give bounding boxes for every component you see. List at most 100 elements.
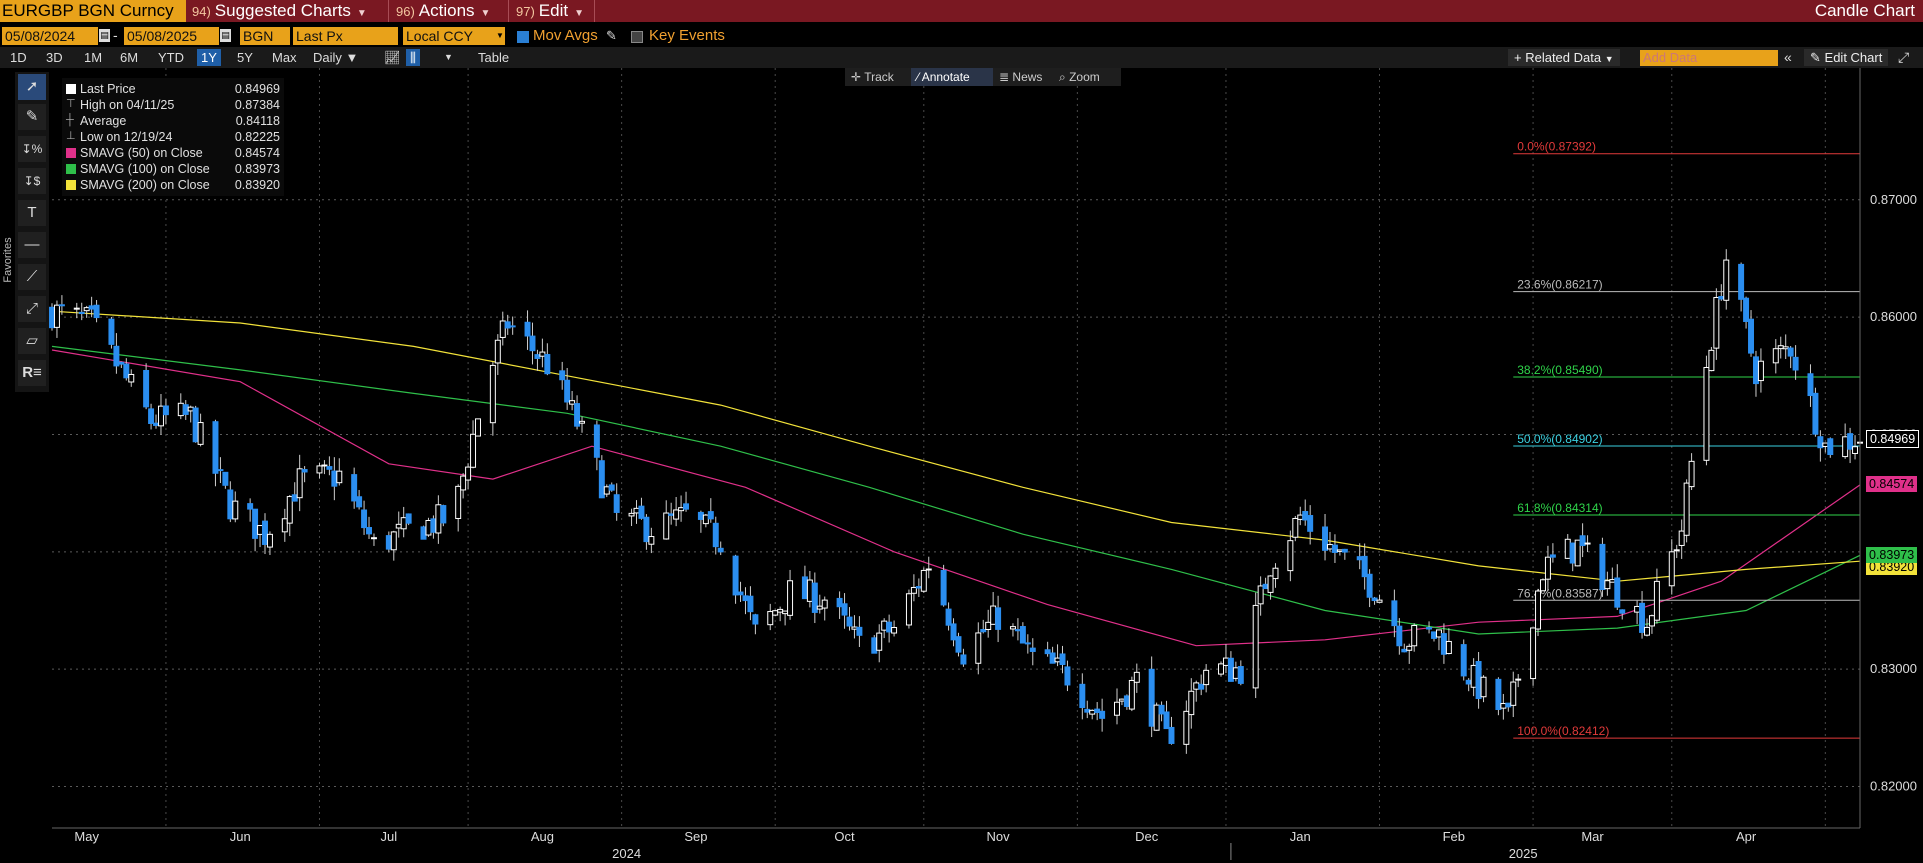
candle-body <box>509 325 516 328</box>
legend-sma100: SMAVG (100) on Close 0.83973 <box>66 161 280 177</box>
pointer-icon[interactable]: ➚ <box>18 74 46 100</box>
period-5y[interactable]: 5Y <box>233 49 257 66</box>
retracement-icon[interactable]: R≡ <box>18 360 46 386</box>
add-data-input[interactable]: Add Data <box>1640 50 1778 66</box>
table-button[interactable]: Table <box>474 49 513 66</box>
candle-body <box>1168 726 1175 744</box>
edit-menu[interactable]: 97) Edit ▼ <box>516 0 584 22</box>
text-tool-icon[interactable]: T <box>18 200 46 226</box>
collapse-left-icon[interactable]: « <box>1784 49 1792 66</box>
x-tick-label: Jun <box>230 829 251 844</box>
period-1d[interactable]: 1D <box>6 49 31 66</box>
legend-value: 0.84118 <box>235 114 280 128</box>
candle-body <box>1648 615 1655 627</box>
candle-body <box>1183 710 1190 745</box>
candle-body <box>697 511 704 520</box>
ticker-field[interactable]: EURGBP BGN Curncy <box>0 0 186 22</box>
candle-body <box>737 591 744 596</box>
pencil-icon[interactable]: ✎ <box>606 28 617 44</box>
source-field[interactable]: BGN <box>240 27 290 45</box>
candle-body <box>257 525 264 535</box>
candle-body <box>266 533 273 548</box>
window-title: Candle Chart <box>1814 1 1915 20</box>
horizontal-line-icon[interactable]: — <box>18 232 46 258</box>
candle-body <box>326 466 333 470</box>
track-button[interactable]: ✛ Track <box>845 68 921 86</box>
legend-swatch <box>66 164 76 174</box>
expand-icon[interactable]: ⤢ <box>1898 49 1909 66</box>
candle-body <box>1713 297 1720 349</box>
candle-body <box>1495 678 1502 710</box>
field-selector[interactable]: Last Px <box>293 27 398 45</box>
period-1y[interactable]: 1Y <box>197 49 221 66</box>
trend-line-icon[interactable]: ⟋ <box>18 264 46 290</box>
candle-body <box>811 582 818 613</box>
news-icon: ≣ <box>999 70 1010 84</box>
candle-body <box>1262 583 1269 590</box>
candle-body <box>1411 624 1418 647</box>
candle-body <box>846 616 853 627</box>
candle-body <box>881 620 888 631</box>
candle-body <box>1822 442 1829 447</box>
edit-chart-button[interactable]: ✎ Edit Chart <box>1804 49 1889 66</box>
dollar-tool-icon[interactable]: ↧$ <box>18 168 46 194</box>
candle-body <box>638 505 645 519</box>
candle-body <box>1584 542 1591 545</box>
line-chart-icon[interactable]: 📈︎ <box>380 49 405 66</box>
candle-body <box>1118 698 1125 702</box>
start-date-field[interactable]: 05/08/2024 <box>2 27 98 45</box>
end-date-field[interactable]: 05/08/2025 <box>124 27 219 45</box>
price-chart[interactable]: 0.0%(0.87392) 23.6%(0.86217) 38.2%(0.85490… <box>0 68 1923 863</box>
zoom-button[interactable]: ⌕ Zoom <box>1053 68 1121 86</box>
calendar-icon[interactable]: ▤ <box>220 29 231 42</box>
period-1m[interactable]: 1M <box>80 49 106 66</box>
pen-icon[interactable]: ✎ <box>18 104 46 130</box>
favorites-tab[interactable]: Favorites <box>0 210 14 320</box>
channel-icon[interactable]: ▱ <box>18 328 46 354</box>
related-data-label: + Related Data <box>1514 50 1602 65</box>
chevron-down-icon[interactable]: ▼ <box>440 49 457 66</box>
frequency-selector[interactable]: Daily ▼ <box>309 49 362 66</box>
period-max[interactable]: Max <box>268 49 301 66</box>
candle-body <box>1302 511 1309 521</box>
legend-average: ┼ Average 0.84118 <box>66 113 280 129</box>
candle-body <box>633 507 640 514</box>
percent-tool-icon[interactable]: ↧% <box>18 136 46 162</box>
ray-line-icon[interactable]: ⤢ <box>18 296 46 322</box>
year-label: 2024 <box>612 846 641 861</box>
annotate-button[interactable]: ⁄ Annotate <box>911 68 1003 86</box>
candle-body <box>777 608 784 613</box>
period-3d[interactable]: 3D <box>42 49 67 66</box>
candle-body <box>420 526 427 540</box>
actions-menu[interactable]: 96) Actions ▼ <box>396 0 490 22</box>
candle-body <box>1544 556 1551 580</box>
candle-body <box>1460 644 1467 677</box>
candle-body <box>400 517 407 530</box>
candle-body <box>113 345 120 367</box>
suggested-charts-menu[interactable]: 94) Suggested Charts ▼ <box>192 0 367 22</box>
currency-selector[interactable]: Local CCY <box>403 27 495 45</box>
frequency-label: Daily <box>313 50 342 65</box>
candle-body <box>1827 438 1834 456</box>
calendar-icon[interactable]: ▤ <box>99 29 110 42</box>
candle-body <box>1772 348 1779 364</box>
candle-body <box>945 608 952 626</box>
candle-body <box>678 507 685 512</box>
candle-body <box>1128 679 1135 710</box>
mov-avgs-checkbox[interactable] <box>517 31 529 43</box>
key-events-checkbox[interactable] <box>631 31 643 43</box>
period-ytd[interactable]: YTD <box>154 49 188 66</box>
candle-body <box>489 364 496 424</box>
candle-body <box>1148 668 1155 727</box>
candle-chart-icon[interactable]: ⫼ <box>406 49 420 66</box>
chevron-down-icon[interactable]: ▼ <box>495 27 505 45</box>
crosshair-icon: ✛ <box>851 70 862 84</box>
date-separator: - <box>113 27 118 43</box>
period-6m[interactable]: 6M <box>116 49 142 66</box>
magnifier-icon: ⌕ <box>1059 70 1066 84</box>
candle-body <box>197 422 204 445</box>
x-tick-label: Sep <box>684 829 707 844</box>
candle-body <box>494 339 501 364</box>
candle-body <box>504 321 511 329</box>
related-data-button[interactable]: + Related Data ▼ <box>1508 49 1620 66</box>
